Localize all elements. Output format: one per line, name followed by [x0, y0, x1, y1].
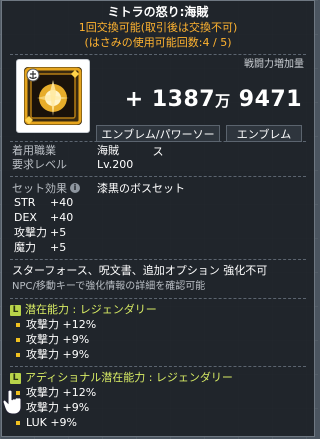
divider [10, 141, 306, 142]
glove-cursor-icon [2, 389, 22, 415]
stat-value: +5 [50, 241, 67, 254]
job-value: 海賊 [97, 144, 119, 157]
info-icon[interactable]: i [70, 183, 80, 193]
legendary-badge-icon: L [10, 373, 21, 384]
power-unit: 万 [215, 92, 231, 110]
bullet-icon [16, 338, 20, 342]
enhance-note: スターフォース、呪文書、追加オプション 強化不可 [12, 264, 268, 277]
stat-name: STR [14, 196, 36, 209]
potential-title: 潜在能力 : レジェンダリー [25, 303, 157, 316]
bullet-icon [16, 421, 20, 425]
divider [10, 366, 306, 367]
divider [10, 54, 306, 55]
legendary-badge-icon: L [10, 305, 21, 316]
additional-potential-title: アディショナル潜在能力 : レジェンダリー [25, 371, 233, 384]
stat-value: +5 [50, 226, 67, 239]
potential-line: 攻撃力 +9% [26, 333, 90, 346]
tag-type: エンブレム [226, 125, 302, 142]
stat-name: 魔力 [14, 241, 36, 254]
level-label: 要求レベル [12, 158, 67, 171]
scissors-uses: (はさみの使用可能回数:4 / 5) [84, 36, 232, 49]
divider [10, 259, 306, 260]
divider [10, 298, 306, 299]
stat-value: +40 [50, 196, 74, 209]
trade-status: 1回交換可能(取引後は交換不可) [78, 21, 238, 34]
level-value: Lv.200 [97, 158, 134, 171]
bullet-icon [16, 353, 20, 357]
power-low: 9471 [238, 87, 302, 112]
stat-value: +40 [50, 211, 74, 224]
stat-name: 攻撃力 [14, 226, 47, 239]
job-label: 着用職業 [12, 144, 56, 157]
additional-potential-line: 攻撃力 +12% [26, 386, 97, 399]
power-gain-label: 戦闘力増加量 [244, 59, 304, 70]
potential-line: 攻撃力 +9% [26, 348, 90, 361]
item-icon-frame [16, 59, 90, 133]
stat-name: DEX [14, 211, 37, 224]
enhance-hint: NPC/移動キーで強化情報の詳細を確認可能 [12, 281, 206, 292]
divider [10, 176, 306, 177]
power-high: 1387 [151, 87, 216, 112]
power-gain-value: + 1387万 9471 [125, 87, 302, 114]
additional-potential-line: LUK +9% [26, 416, 78, 429]
power-sign: + [124, 87, 144, 112]
additional-potential-line: 攻撃力 +9% [26, 401, 90, 414]
item-tooltip: ミトラの怒り:海賊 1回交換可能(取引後は交換不可) (はさみの使用可能回数:4… [1, 0, 315, 437]
set-effect-label: セット効果 [12, 182, 67, 195]
set-name: 漆黒のボスセット [97, 182, 185, 195]
tag-category: エンブレム/パワーソース [96, 125, 220, 158]
item-name: ミトラの怒り:海賊 [107, 5, 209, 19]
bullet-icon [16, 323, 20, 327]
mitra-emblem-icon [24, 67, 82, 125]
potential-line: 攻撃力 +12% [26, 318, 97, 331]
